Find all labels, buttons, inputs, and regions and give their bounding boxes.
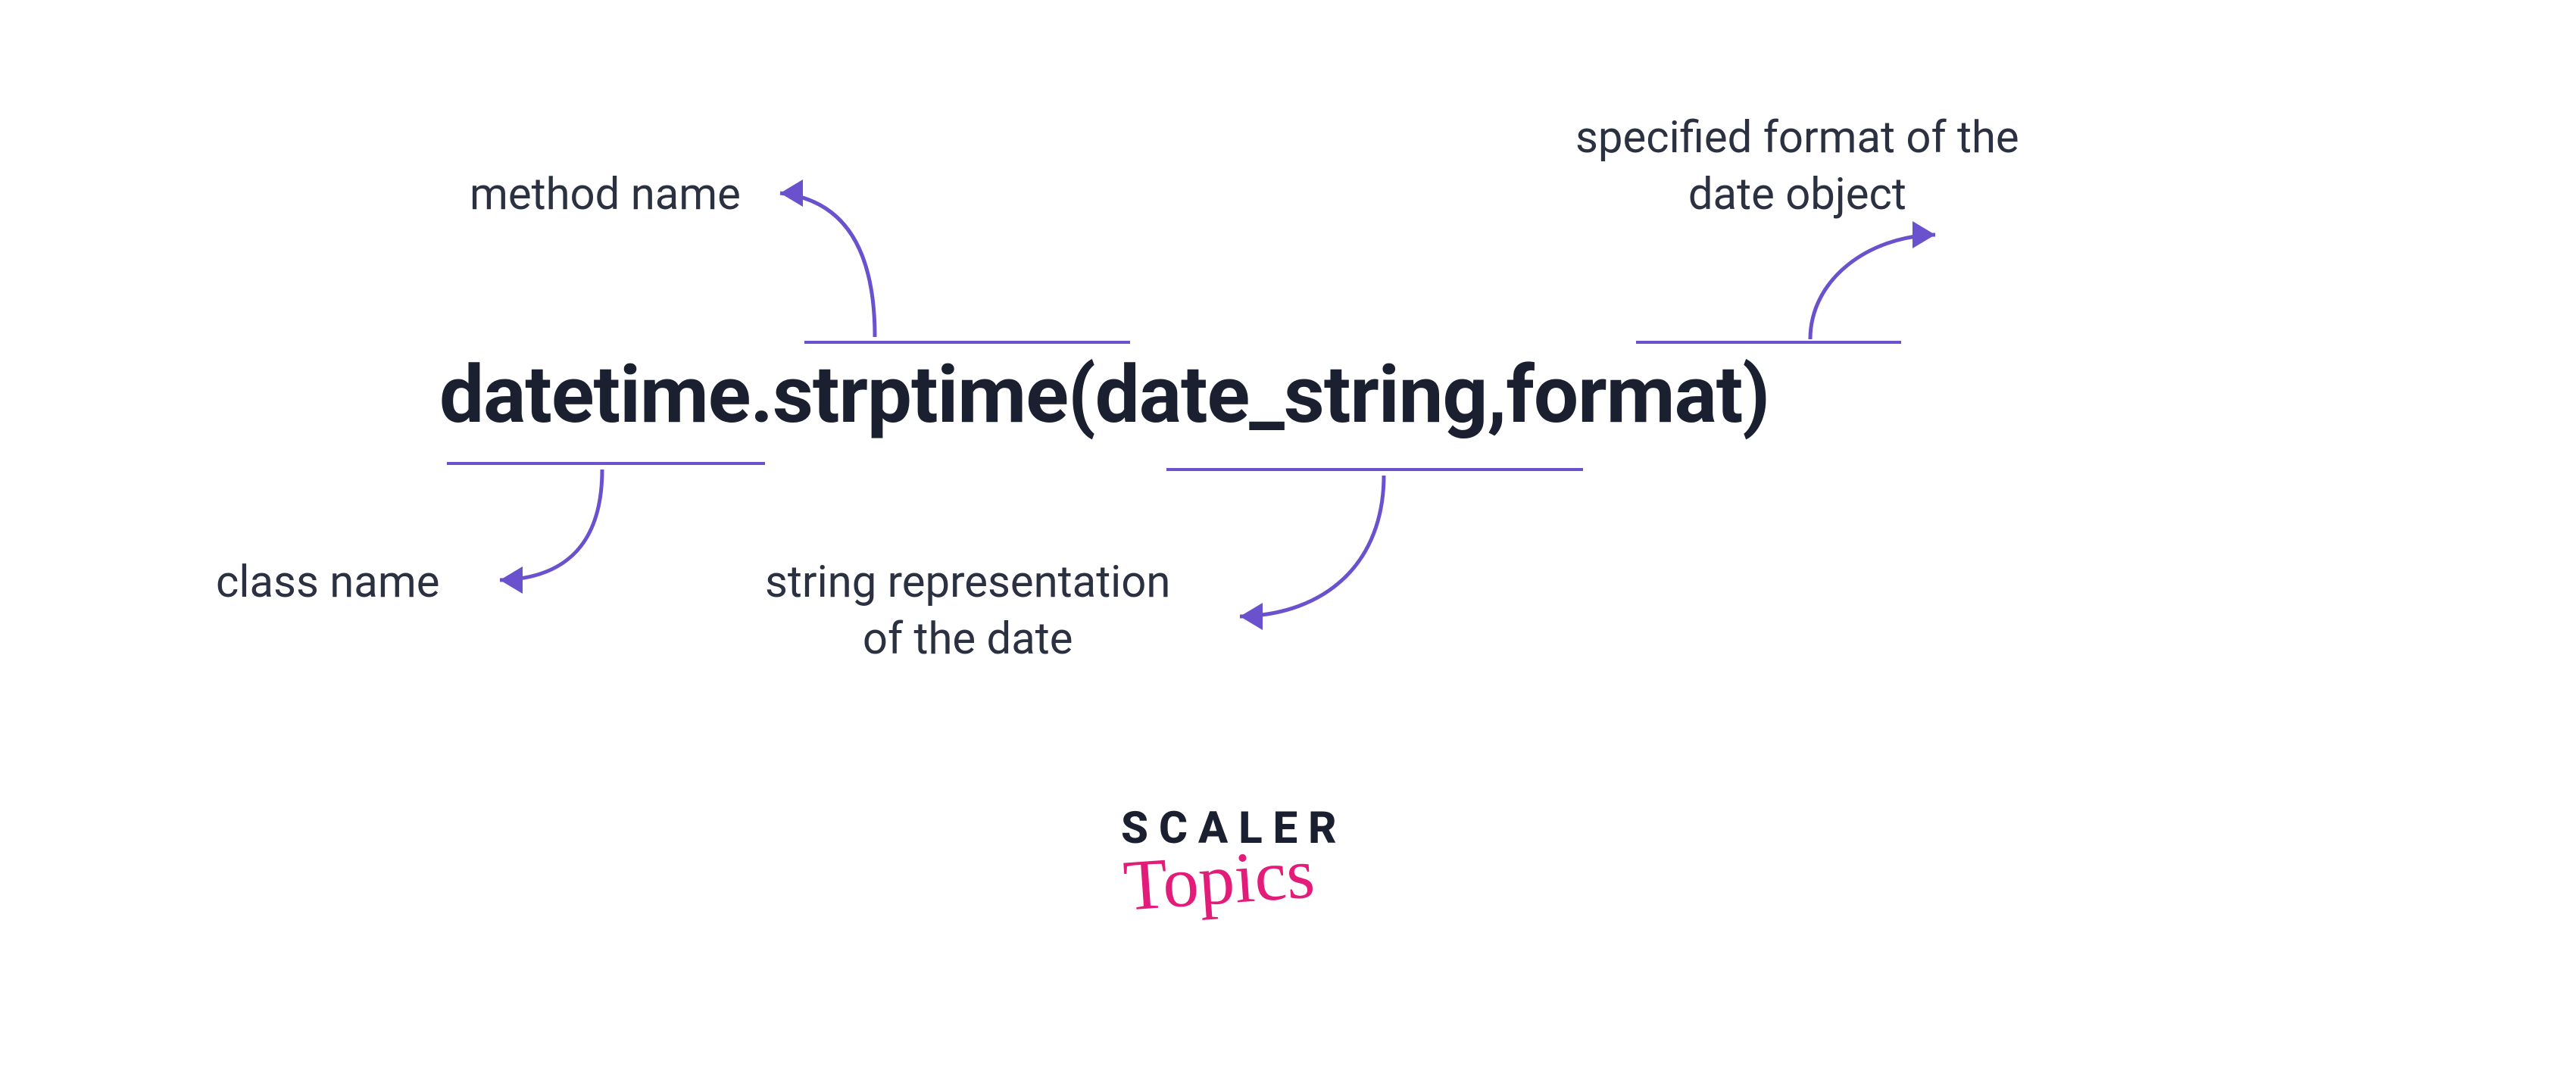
arrow-method [761, 170, 928, 341]
token-arg2: format [1506, 348, 1742, 441]
brand-logo: SCALER Topics [1121, 803, 1347, 921]
arrow-class [481, 465, 663, 605]
label-format-line2: date object [1688, 169, 1906, 220]
label-string-rep-line1: string representation [765, 557, 1170, 608]
token-method: strptime [773, 348, 1068, 441]
diagram-stage: datetime.strptime(date_string, format) m… [0, 0, 2576, 1092]
token-dot: . [751, 348, 773, 441]
label-method-name: method name [470, 167, 741, 223]
token-class: datetime [439, 348, 751, 441]
token-comma: , [1487, 348, 1506, 441]
logo-topics-text: Topics [1088, 828, 1350, 929]
label-string-rep: string representation of the date [765, 554, 1170, 669]
arrow-arg1 [1221, 471, 1418, 641]
token-open-paren: ( [1068, 348, 1095, 441]
label-format-line1: specified format of the [1575, 112, 2019, 164]
rule-method [804, 341, 1130, 344]
code-expression: datetime.strptime(date_string, format) [439, 348, 1769, 441]
label-string-rep-line2: of the date [863, 613, 1073, 665]
label-format: specified format of the date object [1575, 110, 2019, 224]
arrow-arg2 [1791, 227, 1958, 345]
label-class-name: class name [216, 554, 439, 611]
token-close-paren: ) [1742, 348, 1769, 441]
token-arg1: date_string [1095, 348, 1488, 441]
